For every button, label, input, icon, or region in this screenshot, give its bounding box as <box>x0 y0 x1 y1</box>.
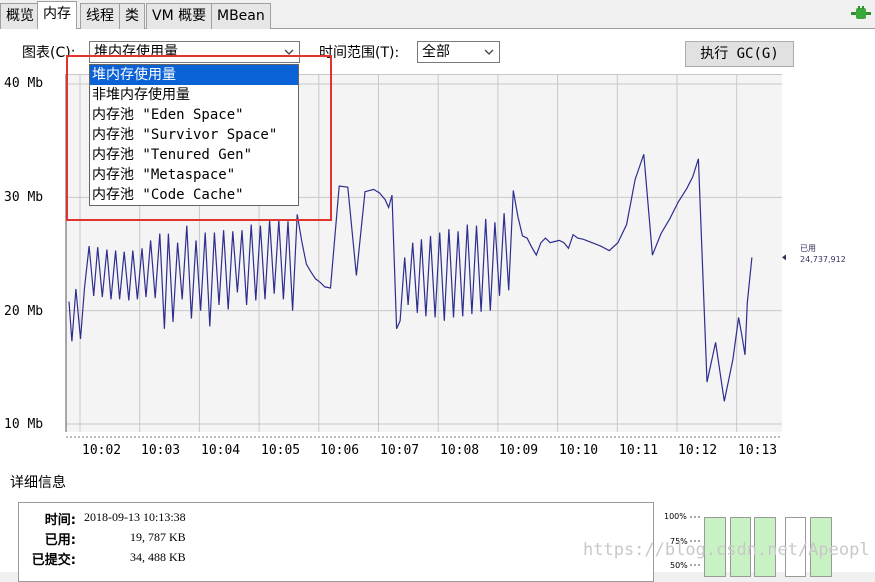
used-label: 已用: <box>44 533 76 548</box>
x-tick-label: 10:05 <box>261 443 301 458</box>
y-tick-label: 20 Mb <box>4 304 44 319</box>
used-series-value: 24,737,912 <box>800 255 846 264</box>
x-tick-label: 10:09 <box>499 443 539 458</box>
x-tick-label: 10:06 <box>320 443 360 458</box>
committed-label: 已提交: <box>31 553 76 568</box>
dropdown-item-code-cache[interactable]: 内存池 "Code Cache" <box>90 185 298 205</box>
current-value-marker <box>782 254 786 261</box>
x-tick-label: 10:03 <box>141 443 181 458</box>
time-value: 2018-09-13 10:13:38 <box>84 510 186 524</box>
committed-value: 34, 488 KB <box>130 550 186 564</box>
details-title: 详细信息 <box>10 475 66 491</box>
dropdown-item-heap[interactable]: 堆内存使用量 <box>90 65 298 85</box>
x-tick-label: 10:08 <box>440 443 480 458</box>
y-tick-label: 10 Mb <box>4 417 44 432</box>
used-value-label: 已用 24,737,912 <box>800 243 846 265</box>
x-tick-label: 10:10 <box>559 443 599 458</box>
y-tick-label: 30 Mb <box>4 190 44 205</box>
x-tick-label: 10:13 <box>738 443 778 458</box>
used-series-name: 已用 <box>800 244 816 253</box>
dropdown-item-metaspace[interactable]: 内存池 "Metaspace" <box>90 165 298 185</box>
dropdown-item-non-heap[interactable]: 非堆内存使用量 <box>90 85 298 105</box>
y-tick-label: 40 Mb <box>4 76 44 91</box>
dropdown-item-eden-space[interactable]: 内存池 "Eden Space" <box>90 105 298 125</box>
dropdown-item-tenured-gen[interactable]: 内存池 "Tenured Gen" <box>90 145 298 165</box>
x-tick-label: 10:12 <box>678 443 718 458</box>
used-value: 19, 787 KB <box>130 530 186 544</box>
pool-axis-label: 100% <box>664 512 687 521</box>
chart-dropdown-list: 堆内存使用量 非堆内存使用量 内存池 "Eden Space" 内存池 "Sur… <box>89 64 299 206</box>
x-tick-label: 10:04 <box>201 443 241 458</box>
time-label: 时间: <box>44 513 76 528</box>
x-tick-label: 10:02 <box>82 443 122 458</box>
x-tick-label: 10:07 <box>380 443 420 458</box>
x-tick-label: 10:11 <box>619 443 659 458</box>
pool-axis-label: 50% <box>670 561 688 570</box>
watermark: https://blog.csdn.net/Apeopl <box>583 540 870 560</box>
dropdown-item-survivor-space[interactable]: 内存池 "Survivor Space" <box>90 125 298 145</box>
